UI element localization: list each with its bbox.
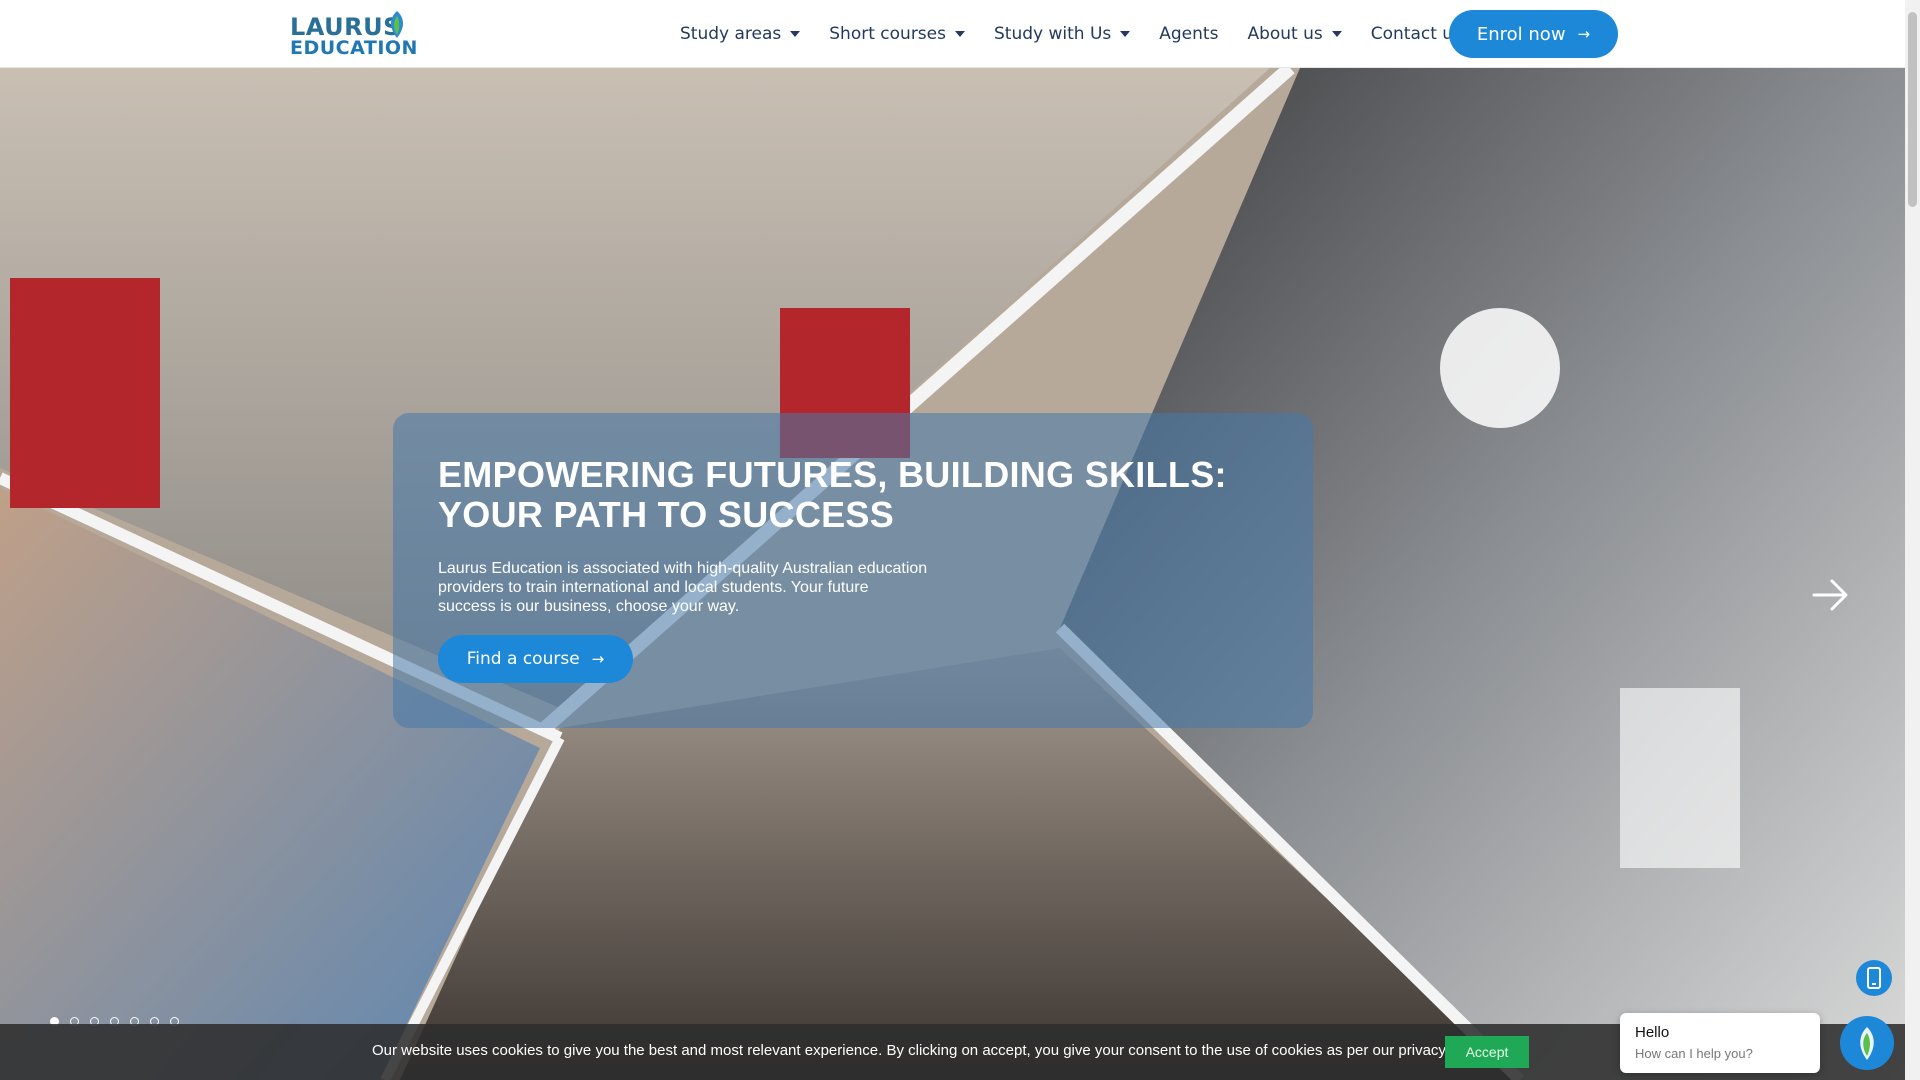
nav-label: Agents [1159,24,1219,44]
nav-study-areas[interactable]: Study areas [680,24,801,44]
caret-down-icon [790,31,801,37]
main-nav: Study areas Short courses Study with Us … [680,0,1491,68]
scrollbar-thumb[interactable] [1908,12,1917,207]
chevron-right-icon[interactable] [1808,573,1852,617]
hero-card: EMPOWERING FUTURES, BUILDING SKILLS: YOU… [393,413,1313,728]
nav-short-courses[interactable]: Short courses [829,24,965,44]
find-course-label: Find a course [466,649,580,669]
laurus-logo[interactable]: LAURUS EDUCATION [290,10,417,59]
cookie-accept-button[interactable]: Accept [1445,1036,1529,1068]
chat-launcher-button[interactable] [1840,1016,1894,1070]
nav-label: Short courses [829,24,946,44]
nav-study-with-us[interactable]: Study with Us [993,24,1131,44]
arrow-right-icon: → [591,650,605,668]
page-scrollbar[interactable] [1905,0,1920,1080]
chat-greeting: Hello [1635,1024,1670,1041]
enrol-label: Enrol now [1476,23,1566,45]
leaf-icon [391,11,403,38]
phone-icon[interactable] [1856,960,1892,996]
hero-title: EMPOWERING FUTURES, BUILDING SKILLS: YOU… [438,454,1227,535]
chat-prompt: How can I help you? [1635,1046,1753,1061]
find-a-course-button[interactable]: Find a course → [438,635,633,683]
nav-about-us[interactable]: About us [1247,24,1342,44]
nav-label: Study with Us [993,24,1112,44]
site-header: LAURUS EDUCATION Study areas Short cours… [0,0,1905,68]
caret-down-icon [1120,31,1131,37]
hero-description: Laurus Education is associated with high… [438,560,928,615]
nav-label: Study areas [680,24,782,44]
leaf-logo-icon [1860,1027,1874,1060]
enrol-now-button[interactable]: Enrol now → [1449,10,1618,58]
phone-glyph [1867,967,1881,989]
caret-down-icon [954,31,965,37]
cookie-message: Our website uses cookies to give you the… [372,1042,1492,1059]
nav-agents[interactable]: Agents [1159,24,1218,44]
arrow-right-icon: → [1577,25,1591,43]
logo-wordmark-bottom: EDUCATION [290,37,418,59]
caret-down-icon [1331,31,1342,37]
nav-label: About us [1247,24,1323,44]
chat-greeting-bubble[interactable]: Hello How can I help you? [1620,1013,1820,1073]
hero-carousel: EMPOWERING FUTURES, BUILDING SKILLS: YOU… [0,68,1905,1080]
